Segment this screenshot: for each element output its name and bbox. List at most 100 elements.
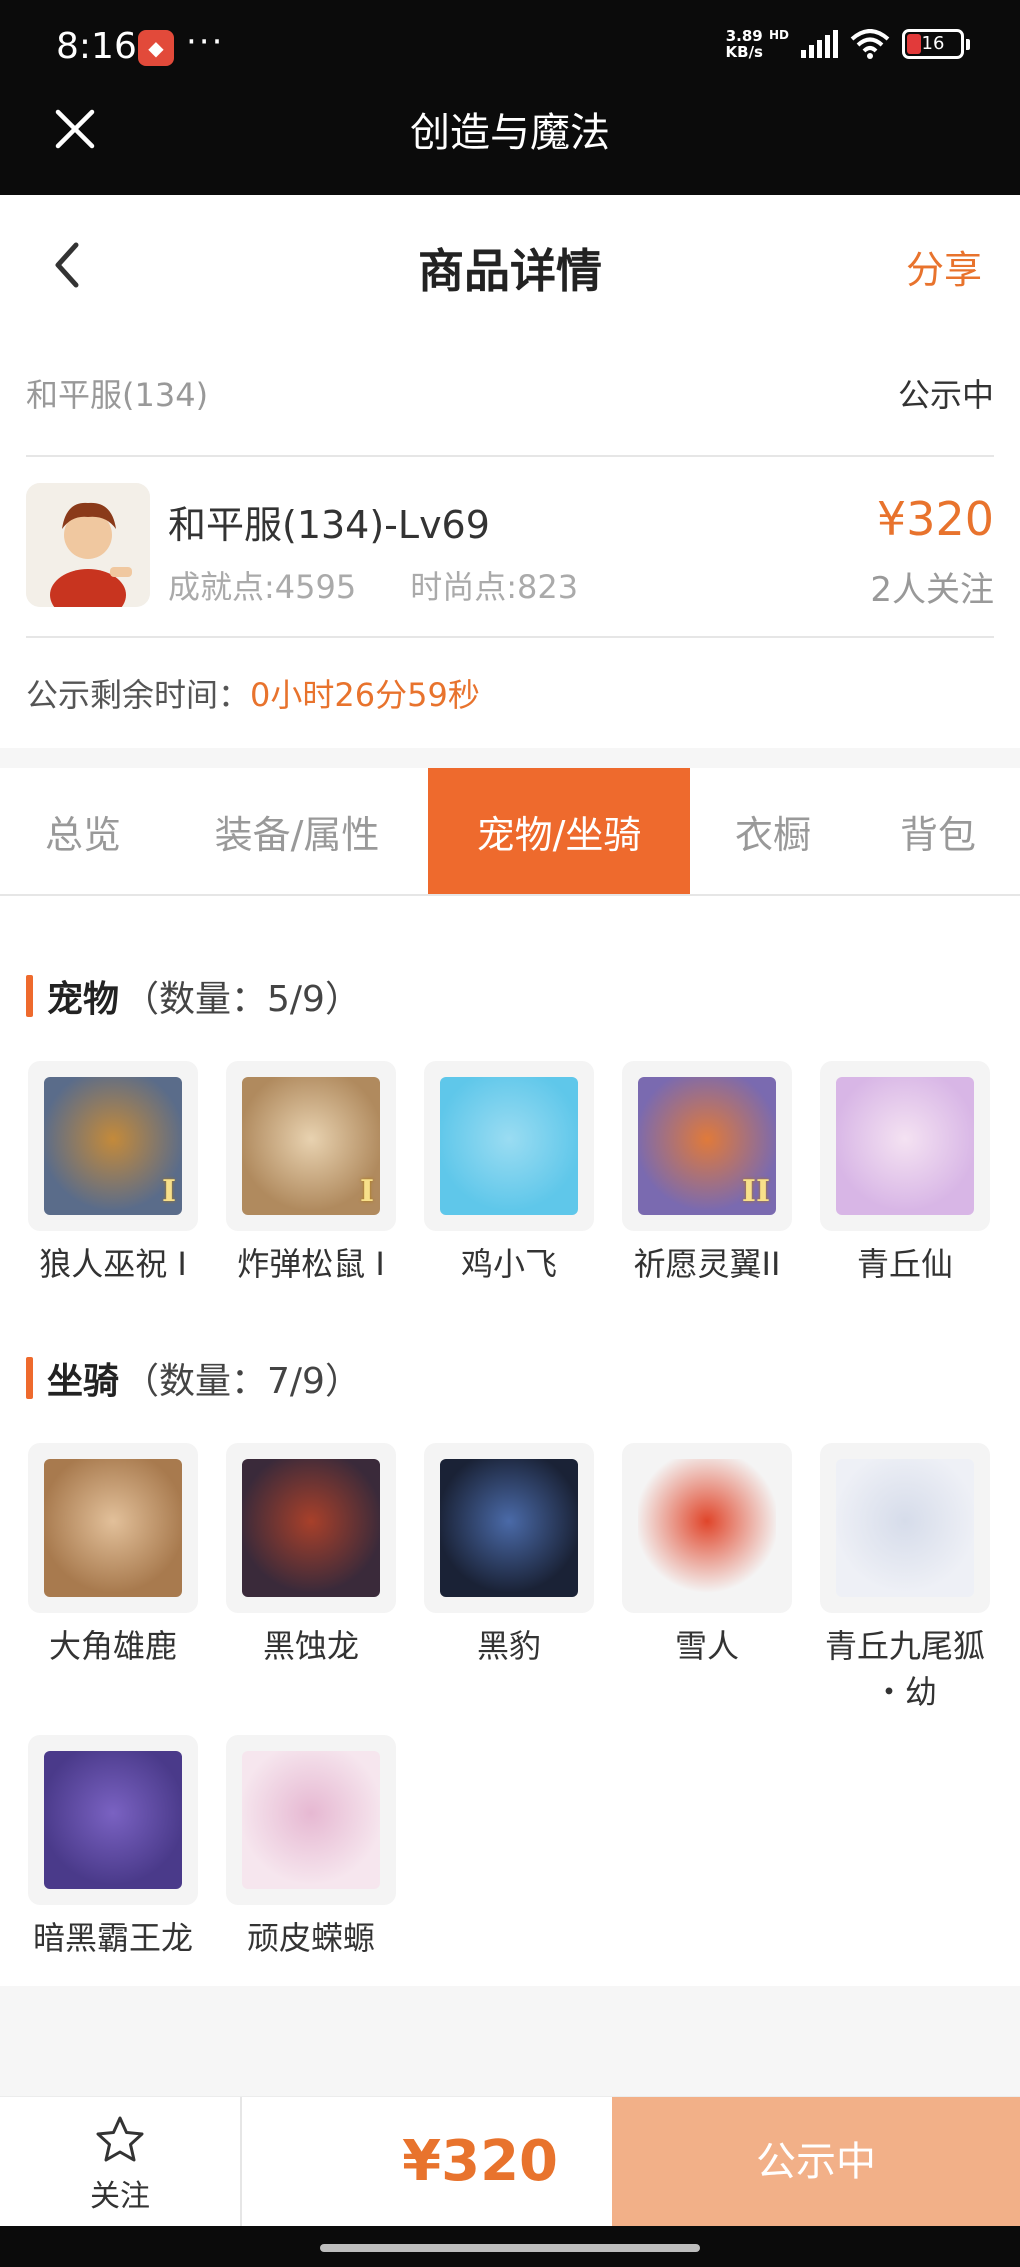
item-thumbnail	[622, 1443, 792, 1613]
grid-item[interactable]: 青丘仙	[820, 1061, 990, 1287]
follow-button[interactable]: 关注	[0, 2097, 242, 2227]
tab-equipment[interactable]: 装备/属性	[166, 768, 428, 894]
item-thumbnail	[28, 1735, 198, 1905]
wifi-icon	[850, 29, 890, 59]
battery-level: 16	[921, 33, 945, 54]
item-image	[836, 1459, 974, 1597]
mounts-count: （数量：7/9）	[123, 1361, 361, 1402]
item-label: 狼人巫祝 I	[39, 1245, 187, 1283]
rank-badge: II	[741, 1174, 770, 1209]
item-label: 祈愿灵翼II	[633, 1245, 781, 1283]
item-image	[242, 1751, 380, 1889]
bottom-action-bar: 关注 ¥320 公示中	[0, 2096, 1020, 2227]
countdown: 公示剩余时间：0小时26分59秒	[26, 670, 480, 716]
status-right-group: 3.89 KB/s HD 16	[726, 28, 970, 60]
item-label: 雪人	[674, 1627, 739, 1665]
countdown-value: 0小时26分59秒	[250, 676, 480, 714]
tab-pets-mounts[interactable]: 宠物/坐骑	[428, 768, 690, 894]
follower-count: 2人关注	[870, 570, 994, 610]
mounts-section-header: 坐骑 （数量：7/9）	[26, 1352, 361, 1404]
status-more-icon: ···	[186, 22, 225, 62]
item-label: 黑蚀龙	[262, 1627, 359, 1665]
pets-section-header: 宠物 （数量：5/9）	[26, 970, 361, 1022]
character-stats: 成就点:4595 时尚点:823	[168, 562, 578, 608]
network-speed-value: 3.89	[725, 27, 763, 45]
fashion-points: 时尚点:823	[410, 568, 579, 606]
item-label: 青丘仙	[856, 1245, 953, 1283]
pets-title: 宠物	[47, 979, 120, 1020]
pets-count: （数量：5/9）	[123, 979, 361, 1020]
tab-bar: 总览 装备/属性 宠物/坐骑 衣橱 背包	[0, 768, 1020, 896]
achievement-points: 成就点:4595	[168, 568, 357, 606]
item-thumbnail	[820, 1061, 990, 1231]
mounts-title: 坐骑	[47, 1361, 120, 1402]
page-header: 商品详情 分享	[0, 195, 1020, 335]
network-speed-unit: KB/s	[725, 43, 763, 61]
bottom-price: ¥320	[402, 2129, 558, 2194]
grid-item[interactable]: I 炸弹松鼠 I	[226, 1061, 396, 1287]
hd-label: HD	[768, 28, 789, 42]
item-label: 顽皮蝾螈	[246, 1919, 375, 1957]
item-thumbnail: II	[622, 1061, 792, 1231]
item-image	[440, 1077, 578, 1215]
grid-item[interactable]: 大角雄鹿	[28, 1443, 198, 1669]
item-thumbnail	[226, 1443, 396, 1613]
item-image	[440, 1459, 578, 1597]
item-thumbnail: I	[28, 1061, 198, 1231]
item-label: 大角雄鹿	[48, 1627, 177, 1665]
grid-item[interactable]: 黑豹	[424, 1443, 594, 1669]
grid-item[interactable]: 鸡小飞	[424, 1061, 594, 1287]
star-outline-icon	[96, 2116, 144, 2162]
signal-icon	[801, 30, 838, 58]
network-speed: 3.89 KB/s	[726, 28, 763, 60]
item-label: 炸弹松鼠 I	[237, 1245, 385, 1283]
rank-badge: I	[359, 1174, 374, 1209]
grid-item[interactable]: 暗黑霸王龙	[28, 1735, 198, 1961]
tab-backpack[interactable]: 背包	[856, 768, 1020, 894]
notification-app-icon: ◆	[138, 30, 174, 66]
price: ¥320	[876, 492, 994, 546]
item-thumbnail: I	[226, 1061, 396, 1231]
status-time: 8:16	[56, 26, 137, 67]
character-avatar	[26, 483, 150, 607]
grid-item[interactable]: 黑蚀龙	[226, 1443, 396, 1669]
section-accent-bar	[26, 1357, 33, 1399]
item-image	[242, 1459, 380, 1597]
system-nav-bar	[0, 2226, 1020, 2267]
item-thumbnail	[424, 1061, 594, 1231]
grid-item[interactable]: 雪人	[622, 1443, 792, 1669]
home-indicator[interactable]	[320, 2244, 700, 2252]
tab-wardrobe[interactable]: 衣橱	[690, 768, 856, 894]
divider	[26, 455, 994, 457]
section-gap	[0, 748, 1020, 768]
tab-overview[interactable]: 总览	[0, 768, 166, 894]
countdown-label: 公示剩余时间：	[26, 676, 251, 714]
section-accent-bar	[26, 975, 33, 1017]
item-thumbnail	[226, 1735, 396, 1905]
rank-badge: I	[161, 1174, 176, 1209]
item-thumbnail	[28, 1443, 198, 1613]
server-name: 和平服(134)	[26, 376, 209, 414]
server-row: 和平服(134) 公示中	[26, 370, 994, 416]
grid-item[interactable]: II 祈愿灵翼II	[622, 1061, 792, 1287]
battery-icon: 16	[902, 29, 970, 59]
item-image	[638, 1459, 776, 1597]
grid-item[interactable]: 青丘九尾狐 ・幼	[820, 1443, 990, 1715]
item-label: 青丘九尾狐 ・幼	[824, 1627, 985, 1711]
content-bottom-spacer	[0, 1986, 1020, 2096]
item-image	[44, 1459, 182, 1597]
item-image	[44, 1751, 182, 1889]
follow-label: 关注	[90, 2179, 150, 2214]
share-button[interactable]: 分享	[906, 239, 982, 294]
top-app-bar: 8:16 ◆ ··· 3.89 KB/s HD 16 创造与魔法	[0, 0, 1020, 195]
item-thumbnail	[820, 1443, 990, 1613]
public-notice-button[interactable]: 公示中	[612, 2097, 1020, 2227]
item-thumbnail	[424, 1443, 594, 1613]
grid-item[interactable]: 顽皮蝾螈	[226, 1735, 396, 1961]
character-name: 和平服(134)-Lv69	[168, 503, 490, 547]
grid-item[interactable]: I 狼人巫祝 I	[28, 1061, 198, 1287]
item-label: 暗黑霸王龙	[32, 1919, 193, 1957]
page-title: 商品详情	[418, 244, 602, 298]
listing-status: 公示中	[897, 376, 994, 414]
item-label: 鸡小飞	[460, 1245, 557, 1283]
